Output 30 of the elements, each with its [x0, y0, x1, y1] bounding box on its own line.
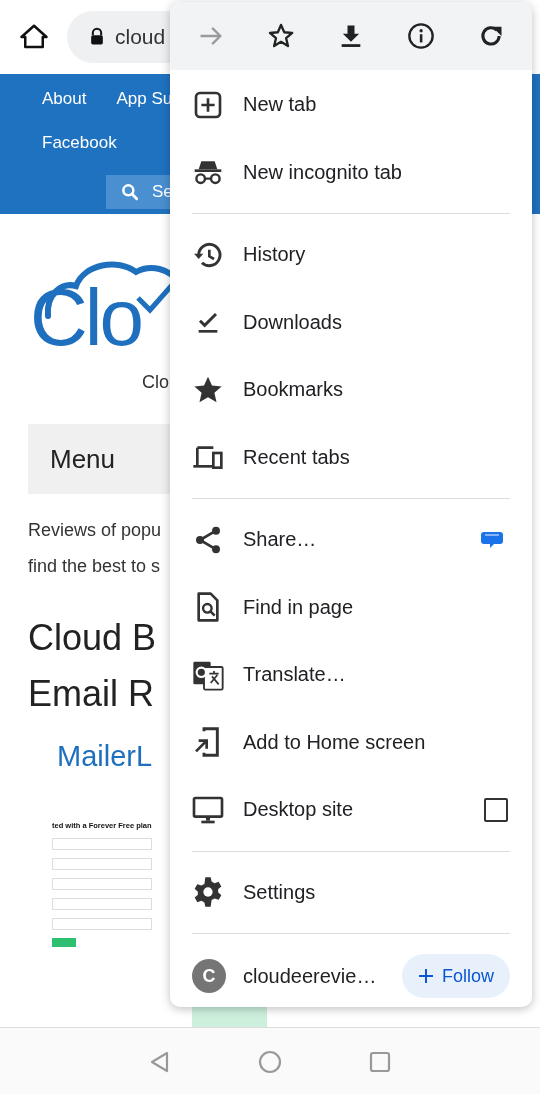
menu-item[interactable]: Share… — [170, 506, 532, 574]
menu-item[interactable]: Bookmarks — [170, 356, 532, 424]
checkbox[interactable] — [484, 797, 508, 822]
home-circle-icon[interactable] — [258, 1049, 282, 1074]
search-icon — [120, 182, 140, 202]
menu-item[interactable]: Find in page — [170, 573, 532, 641]
settings-icon — [192, 876, 224, 909]
logo-text: Clo — [30, 278, 142, 358]
page-heading: Cloud B — [28, 616, 157, 660]
site-name: cloudeerevie… — [243, 964, 378, 988]
section-heading: MailerL — [57, 740, 153, 773]
menu-item[interactable]: New tab — [170, 71, 532, 139]
menu-item[interactable]: History — [170, 221, 532, 289]
menu-item[interactable]: Add to Home screen — [170, 708, 532, 776]
intro-text: find the best to s — [28, 555, 161, 578]
menu-item[interactable]: Translate… — [170, 641, 532, 709]
menu-item[interactable]: Desktop site — [170, 776, 532, 844]
nav-link[interactable]: About — [42, 89, 87, 109]
follow-button[interactable]: Follow — [402, 954, 510, 998]
intro-text: Reviews of popu — [28, 519, 162, 542]
tagline: Clo — [142, 372, 169, 393]
star-icon — [267, 22, 295, 50]
avatar: C — [192, 959, 226, 993]
recents-icon[interactable] — [368, 1049, 392, 1074]
page-heading: Email R — [28, 672, 155, 716]
info-icon — [407, 22, 435, 50]
nav-link[interactable]: Facebook — [42, 133, 117, 153]
plus-icon — [418, 968, 434, 984]
menu-item[interactable]: Downloads — [170, 288, 532, 356]
menu-item[interactable]: Settings — [170, 858, 532, 926]
